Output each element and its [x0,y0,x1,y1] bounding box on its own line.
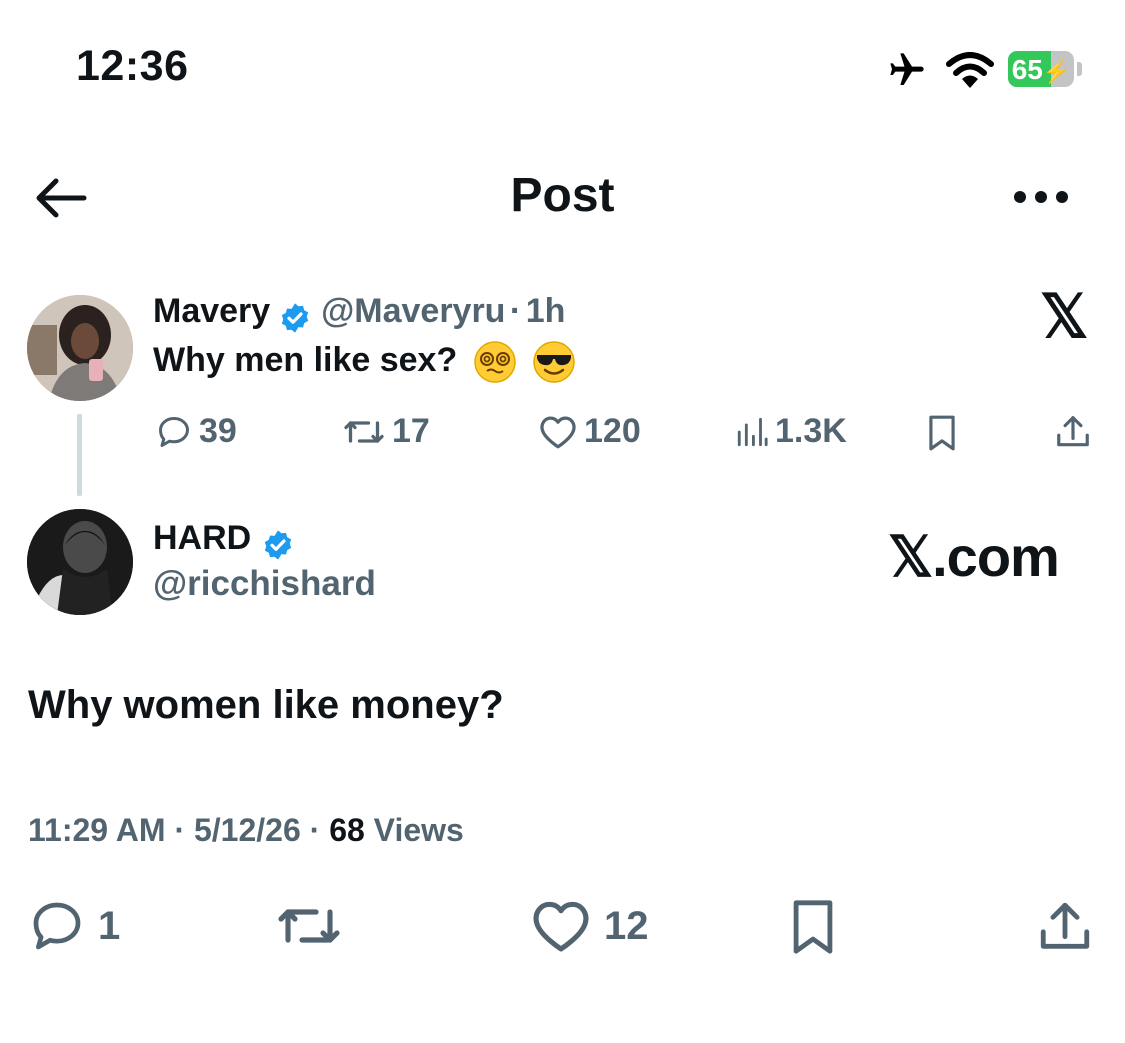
heart-icon [533,901,589,952]
post-author-name[interactable]: HARD [153,519,251,557]
quoted-replies-value: 39 [199,412,237,450]
wifi-icon [946,52,994,88]
repost-button[interactable] [274,898,344,954]
bookmark-icon[interactable] [788,898,838,956]
post-views-count[interactable]: 68 [329,812,365,848]
reply-icon [33,902,81,950]
avatar-photo [27,509,133,615]
share-icon[interactable] [1036,898,1094,956]
avatar-photo [27,295,133,401]
post-text: Why women like money? [28,683,504,727]
verified-badge-icon [264,530,291,560]
repost-icon [278,909,340,943]
post-author-handle[interactable]: @ricchishard [153,564,376,604]
post-meta: 11:29 AM · 5/12/26 · 68 Views [28,812,464,849]
meta-separator: · [309,812,321,848]
avatar-hard[interactable] [27,509,133,615]
like-count: 12 [604,903,649,948]
smiling-face-with-sunglasses-emoji-icon [533,341,575,383]
meta-separator: · [174,812,186,848]
status-time: 12:36 [76,42,189,90]
bookmark-icon[interactable] [925,414,959,452]
heart-icon [540,415,576,448]
quoted-reposts-value: 17 [392,412,430,450]
x-com-watermark: 𝕏.com [888,525,1060,588]
repost-icon [344,420,384,443]
avatar-mavery[interactable] [27,295,133,401]
post-date: 5/12/26 [193,812,301,848]
quoted-author-name[interactable]: Mavery [153,292,270,330]
quoted-author-handle[interactable]: @Maveryru [321,292,505,330]
airplane-icon [890,53,924,85]
reply-icon [159,416,189,447]
quoted-reply-count[interactable]: 39 [155,412,237,451]
page-title: Post [510,169,615,222]
verified-badge-icon [281,303,308,333]
battery-nub [1077,62,1082,76]
quoted-separator: · [509,292,522,330]
share-icon[interactable] [1054,412,1092,452]
like-button[interactable]: 12 [530,898,649,954]
battery-percent: 65⚡ [1011,54,1071,85]
thread-connector-line [77,414,82,496]
quoted-repost-count[interactable]: 17 [342,412,430,451]
post-time: 11:29 AM [28,812,166,848]
quoted-post-text-content: Why men like sex? [153,340,458,379]
face-with-spiral-eyes-emoji-icon [473,341,516,383]
more-icon[interactable] [1012,188,1070,206]
quoted-view-count[interactable]: 1.3K [735,412,847,451]
quoted-post-header: Mavery @Maveryru · 1h [153,292,565,334]
battery-indicator: 65⚡ [1008,51,1074,87]
post-author-row: HARD [153,519,294,561]
analytics-icon [737,417,768,446]
reply-button[interactable]: 1 [28,898,120,954]
x-logo-icon: 𝕏 [1040,283,1089,350]
quoted-likes-value: 120 [584,412,641,450]
reply-count: 1 [98,903,121,948]
quoted-post-text: Why men like sex? [153,340,576,384]
quoted-like-count[interactable]: 120 [538,412,641,451]
quoted-views-value: 1.3K [775,412,847,450]
quoted-time: 1h [525,292,566,330]
post-views-label: Views [373,812,464,848]
